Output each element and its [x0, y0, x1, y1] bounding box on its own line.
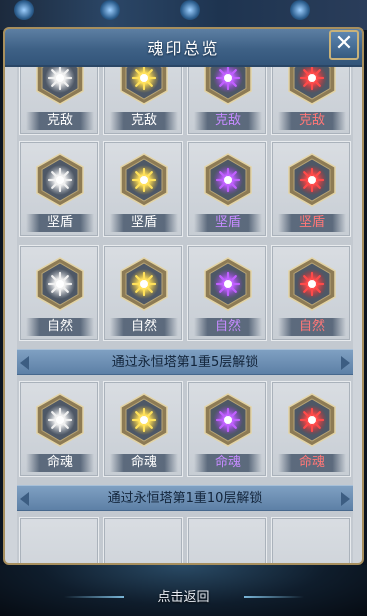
gem-icon: [120, 153, 168, 207]
gem-icon: [288, 393, 336, 447]
seal-cell[interactable]: [187, 517, 267, 563]
seal-cell[interactable]: 命魂: [271, 381, 351, 477]
gem-icon: [204, 153, 252, 207]
seal-row: 坚盾 坚盾 坚盾 坚盾: [17, 139, 353, 239]
seal-cell[interactable]: 克敌: [103, 67, 183, 135]
seal-label: 克敌: [278, 112, 346, 130]
orb-decoration: [14, 0, 34, 20]
unlock-condition-text: 通过永恒塔第1重5层解锁: [111, 355, 259, 370]
orb-decoration: [180, 0, 200, 20]
seal-cell[interactable]: 坚盾: [103, 141, 183, 237]
seal-cell[interactable]: [19, 517, 99, 563]
arrow-right-icon: [341, 356, 350, 370]
seal-label: 克敌: [26, 112, 94, 130]
seal-label: 坚盾: [26, 214, 94, 232]
gem-icon: [36, 393, 84, 447]
back-button[interactable]: 点击返回: [120, 587, 247, 609]
seal-cell[interactable]: 克敌: [271, 67, 351, 135]
gem-icon: [288, 67, 336, 105]
seal-grid-scroll-area[interactable]: 克敌 克敌 克敌 克敌 坚盾 坚盾 坚盾 坚盾 自然 自然 自然 自然 通过永恒…: [17, 67, 353, 563]
seal-label: 坚盾: [278, 214, 346, 232]
close-button[interactable]: ✕: [329, 30, 359, 60]
arrow-left-icon: [20, 356, 29, 370]
soul-seal-overview-panel: 魂印总览 ✕ 克敌 克敌 克敌 克敌 坚盾 坚盾 坚盾 坚盾 自然 自然 自然 …: [3, 27, 364, 565]
seal-label: 自然: [278, 318, 346, 336]
gem-icon: [120, 67, 168, 105]
arrow-right-icon: [341, 492, 350, 506]
gem-icon: [204, 257, 252, 311]
seal-cell[interactable]: 命魂: [19, 381, 99, 477]
seal-cell[interactable]: [271, 517, 351, 563]
seal-label: 命魂: [194, 454, 262, 472]
seal-cell[interactable]: 坚盾: [19, 141, 99, 237]
seal-cell[interactable]: 坚盾: [271, 141, 351, 237]
orb-decoration: [100, 0, 120, 20]
seal-cell[interactable]: 命魂: [103, 381, 183, 477]
seal-cell[interactable]: 自然: [187, 245, 267, 341]
seal-label: 克敌: [110, 112, 178, 130]
panel-header: 魂印总览 ✕: [5, 29, 362, 67]
seal-cell[interactable]: [103, 517, 183, 563]
seal-row: [17, 515, 353, 563]
seal-label: 自然: [110, 318, 178, 336]
seal-label: 坚盾: [194, 214, 262, 232]
panel-title: 魂印总览: [147, 39, 220, 58]
seal-row: 克敌 克敌 克敌 克敌: [17, 67, 353, 137]
seal-label: 命魂: [110, 454, 178, 472]
unlock-divider: 通过永恒塔第1重10层解锁: [17, 485, 353, 511]
gem-icon: [36, 67, 84, 105]
seal-label: 自然: [26, 318, 94, 336]
top-background: [0, 0, 367, 30]
gem-icon: [36, 257, 84, 311]
seal-cell[interactable]: 命魂: [187, 381, 267, 477]
seal-cell[interactable]: 自然: [271, 245, 351, 341]
seal-cell[interactable]: 自然: [19, 245, 99, 341]
seal-label: 自然: [194, 318, 262, 336]
unlock-condition-text: 通过永恒塔第1重10层解锁: [107, 491, 263, 506]
seal-row: 自然 自然 自然 自然: [17, 243, 353, 343]
seal-label: 坚盾: [110, 214, 178, 232]
seal-label: 命魂: [26, 454, 94, 472]
seal-row: 命魂 命魂 命魂 命魂: [17, 379, 353, 479]
seal-label: 命魂: [278, 454, 346, 472]
seal-cell[interactable]: 克敌: [187, 67, 267, 135]
decorative-line: [64, 596, 124, 598]
decorative-line: [244, 596, 304, 598]
gem-icon: [36, 153, 84, 207]
gem-icon: [288, 257, 336, 311]
seal-cell[interactable]: 自然: [103, 245, 183, 341]
gem-icon: [204, 393, 252, 447]
seal-cell[interactable]: 克敌: [19, 67, 99, 135]
gem-icon: [120, 257, 168, 311]
seal-label: 克敌: [194, 112, 262, 130]
orb-decoration: [290, 0, 310, 20]
gem-icon: [288, 153, 336, 207]
gem-icon: [120, 393, 168, 447]
gem-icon: [204, 67, 252, 105]
arrow-left-icon: [20, 492, 29, 506]
unlock-divider: 通过永恒塔第1重5层解锁: [17, 349, 353, 375]
seal-cell[interactable]: 坚盾: [187, 141, 267, 237]
